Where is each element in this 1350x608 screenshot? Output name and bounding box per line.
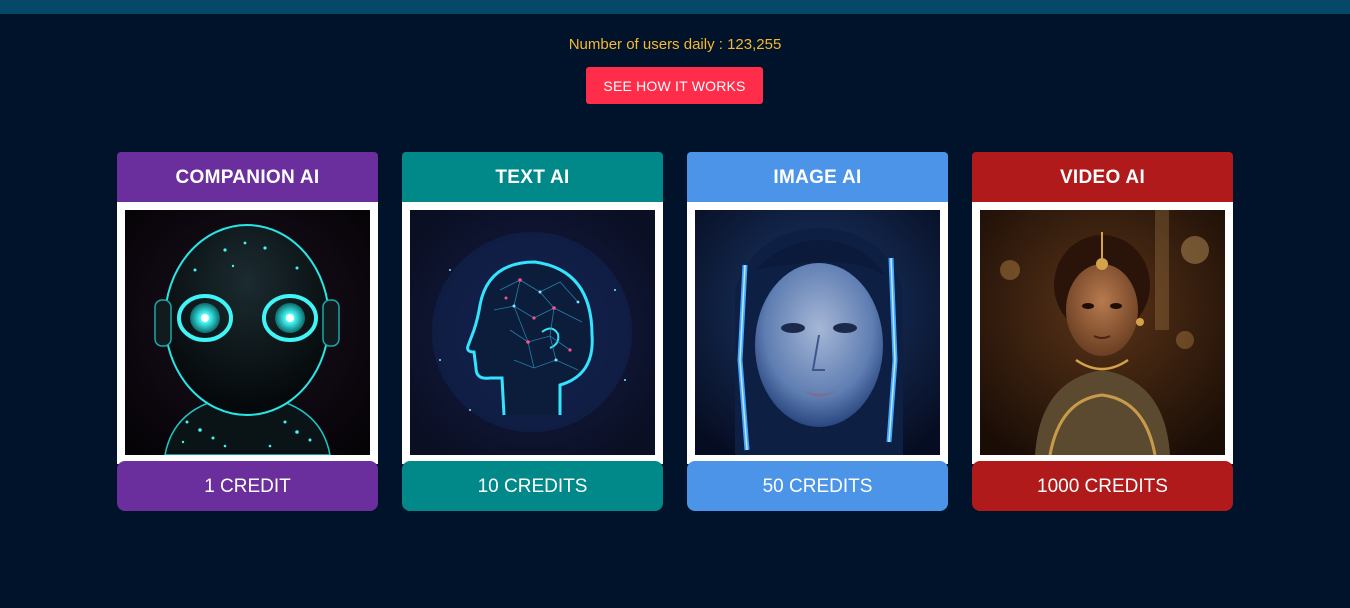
users-daily-counter: Number of users daily : 123,255 [568,36,782,53]
card-image-frame [972,202,1233,464]
card-title: IMAGE AI [687,152,948,202]
card-companion-ai[interactable]: COMPANION AI 1 CREDIT [117,152,378,511]
card-price-button[interactable]: 50 CREDITS [687,461,948,511]
card-price-button[interactable]: 10 CREDITS [402,461,663,511]
card-video-ai[interactable]: VIDEO AI 1000 CREDITS [972,152,1233,511]
card-price-button[interactable]: 1000 CREDITS [972,461,1233,511]
see-how-it-works-button[interactable]: SEE HOW IT WORKS [586,67,763,104]
robot-head-image[interactable] [125,210,370,455]
neon-portrait-image[interactable] [695,210,940,455]
card-image-frame [687,202,948,464]
card-image-ai[interactable]: IMAGE AI 50 CREDITS [687,152,948,511]
top-bar [0,0,1350,14]
card-text-ai[interactable]: TEXT AI 10 CREDITS [402,152,663,511]
card-image-frame [402,202,663,464]
card-title: TEXT AI [402,152,663,202]
card-title: COMPANION AI [117,152,378,202]
card-title: VIDEO AI [972,152,1233,202]
neural-head-image[interactable] [410,210,655,455]
card-price-button[interactable]: 1 CREDIT [117,461,378,511]
card-image-frame [117,202,378,464]
girl-portrait-image[interactable] [980,210,1225,455]
